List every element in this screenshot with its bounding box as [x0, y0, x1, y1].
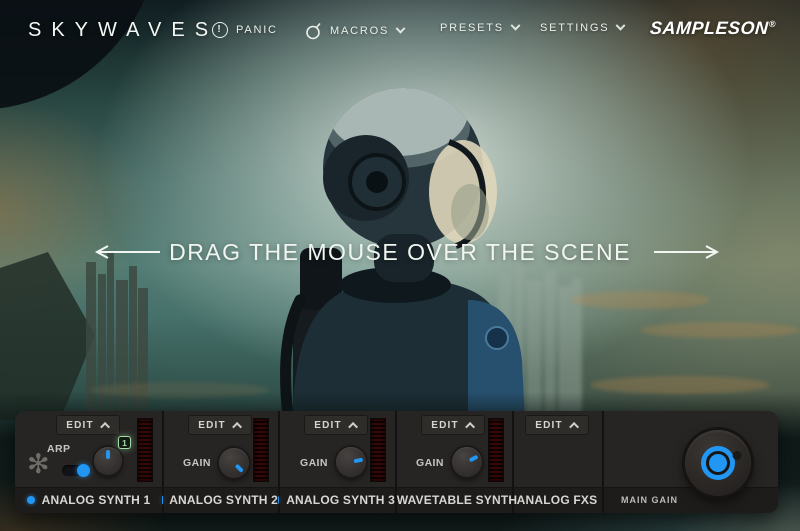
- skywaves-plugin-window: DRAG THE MOUSE OVER THE SCENE SKYWAVES !…: [0, 0, 800, 531]
- panic-button[interactable]: ! PANIC: [212, 22, 278, 38]
- knob-indicator: [235, 464, 244, 473]
- macros-menu[interactable]: MACROS: [305, 22, 404, 40]
- gain-knob-analog-synth-2[interactable]: [219, 448, 249, 478]
- snowflake-icon: ✻: [27, 451, 50, 478]
- macro-badge: 1: [118, 436, 131, 449]
- chevron-up-icon: [465, 421, 475, 431]
- active-dot: [278, 496, 279, 504]
- chevron-down-icon: [616, 20, 626, 30]
- level-meter-1: [137, 418, 153, 482]
- panic-label: PANIC: [236, 24, 278, 36]
- edit-button-analog-synth-3[interactable]: EDIT: [304, 415, 368, 435]
- chevron-up-icon: [100, 421, 110, 431]
- alert-circle-icon: !: [212, 22, 228, 38]
- channel-tab-wavetable-synth[interactable]: WAVETABLE SYNTH: [395, 487, 512, 513]
- app-title: SKYWAVES: [28, 19, 218, 42]
- main-gain-knob[interactable]: [685, 430, 751, 496]
- knob-indicator: [354, 458, 364, 464]
- level-meter-2: [253, 418, 269, 482]
- presets-menu[interactable]: PRESETS: [440, 22, 519, 34]
- gain-knob-analog-synth-3[interactable]: [336, 447, 366, 477]
- arp-knob[interactable]: [94, 447, 122, 475]
- settings-label: SETTINGS: [540, 22, 609, 34]
- channel-tab-analog-synth-2[interactable]: ANALOG SYNTH 2: [162, 487, 278, 513]
- macros-label: MACROS: [330, 25, 389, 37]
- gain-label: GAIN: [183, 457, 211, 469]
- gain-knob-wavetable-synth[interactable]: [452, 447, 482, 477]
- main-gain-indicator-dot: [731, 450, 743, 462]
- mixer-panel: EDIT EDIT EDIT EDIT EDIT ✻ ARP 1 GAIN GA…: [15, 411, 778, 513]
- arp-label: ARP: [47, 443, 70, 455]
- chevron-up-icon: [569, 421, 579, 431]
- knob-icon: [305, 22, 322, 40]
- level-meter-3: [370, 418, 386, 482]
- edit-button-wavetable-synth[interactable]: EDIT: [421, 415, 485, 435]
- edit-button-analog-fxs[interactable]: EDIT: [525, 415, 589, 435]
- active-dot: [27, 496, 35, 504]
- channel-tab-analog-synth-3[interactable]: ANALOG SYNTH 3: [278, 487, 395, 513]
- knob-indicator: [469, 455, 479, 463]
- edit-button-analog-synth-2[interactable]: EDIT: [188, 415, 252, 435]
- chevron-up-icon: [232, 421, 242, 431]
- right-arrow-icon: [652, 244, 720, 260]
- presets-label: PRESETS: [440, 22, 504, 34]
- toggle-knob: [77, 464, 90, 477]
- top-bar: SKYWAVES ! PANIC MACROS PRESETS SETTINGS…: [0, 0, 800, 50]
- chevron-up-icon: [348, 421, 358, 431]
- chevron-down-icon: [396, 23, 406, 33]
- drag-instruction: DRAG THE MOUSE OVER THE SCENE: [0, 236, 800, 276]
- divider: [602, 411, 604, 513]
- arp-toggle[interactable]: [62, 465, 88, 476]
- sampleson-logo: SAMPLESON®: [650, 18, 777, 39]
- settings-menu[interactable]: SETTINGS: [540, 22, 624, 34]
- scene-illustration: [0, 0, 800, 420]
- gain-label: GAIN: [300, 457, 328, 469]
- edit-button-analog-synth-1[interactable]: EDIT: [56, 415, 120, 435]
- main-gain-label: MAIN GAIN: [621, 487, 678, 513]
- level-meter-4: [488, 418, 504, 482]
- chevron-down-icon: [511, 20, 521, 30]
- knob-indicator: [106, 450, 110, 459]
- channel-tab-analog-synth-1[interactable]: ANALOG SYNTH 1: [15, 487, 162, 513]
- channel-tab-analog-fxs[interactable]: ANALOG FXS: [512, 487, 602, 513]
- gain-label: GAIN: [416, 457, 444, 469]
